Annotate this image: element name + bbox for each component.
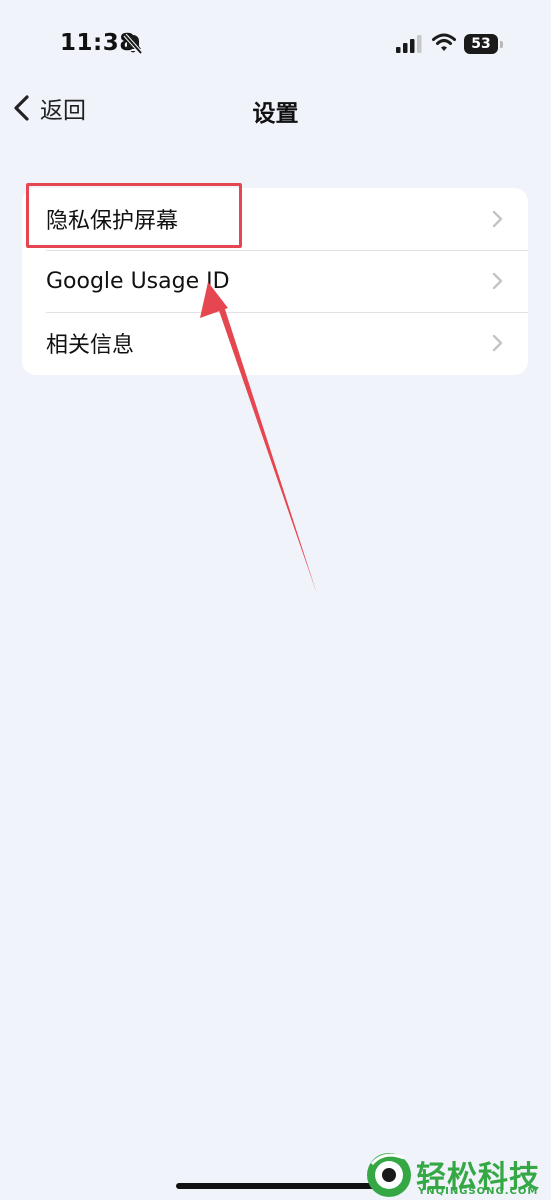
watermark-text: 轻松科技 (416, 1160, 540, 1195)
settings-item-label: 隐私保护屏幕 (46, 209, 179, 234)
battery-level: 53 (464, 34, 498, 54)
annotation-arrow (200, 282, 317, 594)
bell-slash-icon (123, 33, 143, 55)
home-indicator[interactable] (176, 1183, 376, 1189)
navigation-bar: 返回 设置 (0, 80, 551, 136)
settings-list: 隐私保护屏幕 Google Usage ID 相关信息 (22, 188, 528, 375)
settings-screen: 11:38 53 返回 设置 隐私保护屏幕 Google Usage ID 相关… (0, 0, 551, 1200)
watermark: 轻松科技 YNQINGSONG.COM (364, 1146, 551, 1200)
page-title: 设置 (252, 101, 299, 127)
chevron-right-icon (492, 272, 503, 290)
wifi-icon (432, 33, 456, 51)
settings-item-label: Google Usage ID (46, 268, 230, 294)
watermark-subtext: YNQINGSONG.COM (418, 1186, 539, 1197)
chevron-right-icon (492, 334, 503, 352)
battery-icon: 53 (464, 34, 504, 54)
cellular-signal-icon (396, 35, 422, 53)
settings-item-label: 相关信息 (46, 333, 135, 358)
watermark-logo-icon (367, 1153, 411, 1197)
settings-item-privacy-screen[interactable]: 隐私保护屏幕 (22, 188, 528, 250)
status-bar: 11:38 53 (0, 0, 551, 90)
chevron-right-icon (492, 210, 503, 228)
settings-item-about[interactable]: 相关信息 (22, 312, 528, 374)
settings-item-google-usage-id[interactable]: Google Usage ID (22, 250, 528, 312)
